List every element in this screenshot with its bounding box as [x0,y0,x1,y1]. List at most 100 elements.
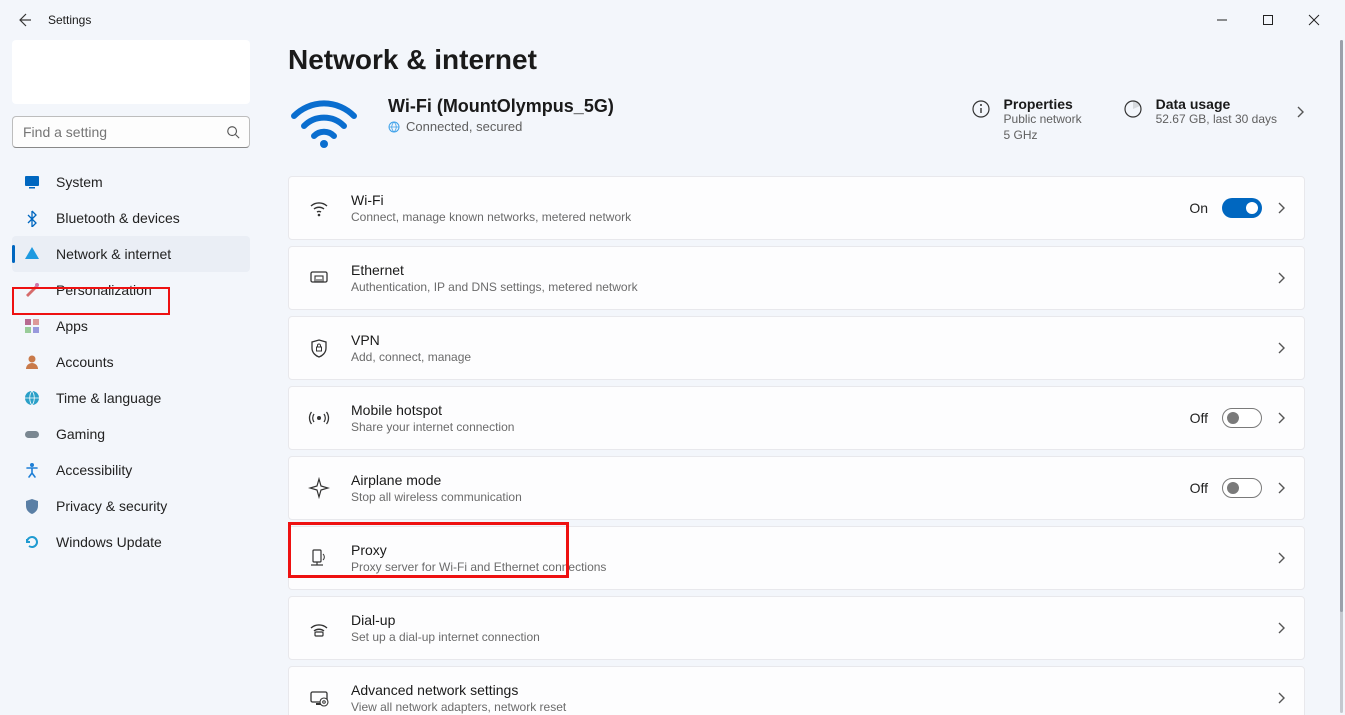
sidebar: System Bluetooth & devices Network & inter… [0,40,262,715]
card-vpn[interactable]: VPN Add, connect, manage [288,316,1305,380]
card-subtitle: Proxy server for Wi-Fi and Ethernet conn… [351,560,1256,574]
card-subtitle: Add, connect, manage [351,350,1256,364]
toggle-hotspot[interactable] [1222,408,1262,428]
card-state-label: Off [1190,410,1208,426]
hero-row: Wi-Fi (MountOlympus_5G) Connected, secur… [288,96,1305,148]
search-input[interactable] [12,116,250,148]
scrollbar[interactable] [1340,40,1343,713]
chevron-right-icon [1276,621,1286,635]
properties-link[interactable]: Properties Public network 5 GHz [970,96,1082,143]
toggle-airplane[interactable] [1222,478,1262,498]
properties-line1: Public network [1004,112,1082,128]
connection-title: Wi-Fi (MountOlympus_5G) [388,96,708,117]
apps-icon [22,316,42,336]
sidebar-item-accessibility[interactable]: Accessibility [12,452,250,488]
wifi-icon [307,196,331,220]
window-controls [1199,4,1337,36]
back-arrow-icon [16,12,32,28]
sidebar-item-network-internet[interactable]: Network & internet [12,236,250,272]
chevron-right-icon [1276,341,1286,355]
sidebar-item-label: Personalization [56,282,152,298]
proxy-icon [307,546,331,570]
sidebar-item-label: Accounts [56,354,114,370]
maximize-button[interactable] [1245,4,1291,36]
personalization-icon [22,280,42,300]
card-wifi[interactable]: Wi-Fi Connect, manage known networks, met… [288,176,1305,240]
sidebar-item-personalization[interactable]: Personalization [12,272,250,308]
card-title: VPN [351,332,1256,348]
sidebar-item-label: Privacy & security [56,498,167,514]
sidebar-item-gaming[interactable]: Gaming [12,416,250,452]
globe-small-icon [388,121,400,133]
card-subtitle: View all network adapters, network reset [351,700,1256,714]
network-icon [22,244,42,264]
sidebar-item-bluetooth-devices[interactable]: Bluetooth & devices [12,200,250,236]
sidebar-item-windows-update[interactable]: Windows Update [12,524,250,560]
card-subtitle: Stop all wireless communication [351,490,1170,504]
card-subtitle: Share your internet connection [351,420,1170,434]
settings-cards: Wi-Fi Connect, manage known networks, met… [288,176,1305,715]
main-content: Network & internet Wi-Fi (MountOlympus_5… [262,40,1345,715]
card-state-label: On [1189,200,1208,216]
page-title: Network & internet [288,44,1305,76]
vpn-icon [307,336,331,360]
card-title: Airplane mode [351,472,1170,488]
sidebar-item-label: Windows Update [56,534,162,550]
accessibility-icon [22,460,42,480]
card-airplane[interactable]: Airplane mode Stop all wireless communica… [288,456,1305,520]
sidebar-item-label: System [56,174,103,190]
wifi-large-icon [288,96,360,148]
data-usage-line1: 52.67 GB, last 30 days [1156,112,1277,128]
card-ethernet[interactable]: Ethernet Authentication, IP and DNS setti… [288,246,1305,310]
chevron-right-icon [1276,481,1286,495]
profile-card[interactable] [12,40,250,104]
connection-status: Connected, secured [406,119,522,134]
card-state-label: Off [1190,480,1208,496]
card-subtitle: Connect, manage known networks, metered … [351,210,1169,224]
chevron-right-icon [1276,411,1286,425]
sidebar-item-label: Network & internet [56,246,171,262]
card-subtitle: Set up a dial-up internet connection [351,630,1256,644]
card-title: Dial-up [351,612,1256,628]
toggle-wifi[interactable] [1222,198,1262,218]
card-proxy[interactable]: ProxyProxy server for Wi-Fi and Ethernet… [288,526,1305,590]
sidebar-item-system[interactable]: System [12,164,250,200]
time-language-icon [22,388,42,408]
gaming-icon [22,424,42,444]
accounts-icon [22,352,42,372]
sidebar-item-label: Time & language [56,390,161,406]
properties-line2: 5 GHz [1004,128,1082,144]
card-dialup[interactable]: Dial-up Set up a dial-up internet connect… [288,596,1305,660]
back-button[interactable] [8,4,40,36]
chevron-right-icon [1295,105,1305,119]
data-usage-link[interactable]: Data usage 52.67 GB, last 30 days [1122,96,1305,128]
hotspot-icon [307,406,331,430]
search-icon [226,125,240,139]
minimize-button[interactable] [1199,4,1245,36]
airplane-icon [307,476,331,500]
sidebar-item-time-language[interactable]: Time & language [12,380,250,416]
connection-status-row: Connected, secured [388,119,708,134]
data-usage-title: Data usage [1156,96,1277,112]
sidebar-item-label: Apps [56,318,88,334]
hero-right: Properties Public network 5 GHz Data usa… [970,96,1305,143]
chevron-right-icon [1276,551,1286,565]
card-subtitle: Authentication, IP and DNS settings, met… [351,280,1256,294]
card-title: Wi-Fi [351,192,1169,208]
system-icon [22,172,42,192]
sidebar-item-privacy-security[interactable]: Privacy & security [12,488,250,524]
card-hotspot[interactable]: Mobile hotspot Share your internet connec… [288,386,1305,450]
card-title: Ethernet [351,262,1256,278]
chevron-right-icon [1276,271,1286,285]
sidebar-item-label: Accessibility [56,462,132,478]
card-advanced[interactable]: Advanced network settings View all networ… [288,666,1305,715]
data-usage-icon [1122,98,1144,120]
card-title: Advanced network settings [351,682,1256,698]
card-title: Mobile hotspot [351,402,1170,418]
ethernet-icon [307,266,331,290]
advanced-icon [307,686,331,710]
sidebar-item-apps[interactable]: Apps [12,308,250,344]
close-button[interactable] [1291,4,1337,36]
sidebar-item-accounts[interactable]: Accounts [12,344,250,380]
bluetooth-icon [22,208,42,228]
